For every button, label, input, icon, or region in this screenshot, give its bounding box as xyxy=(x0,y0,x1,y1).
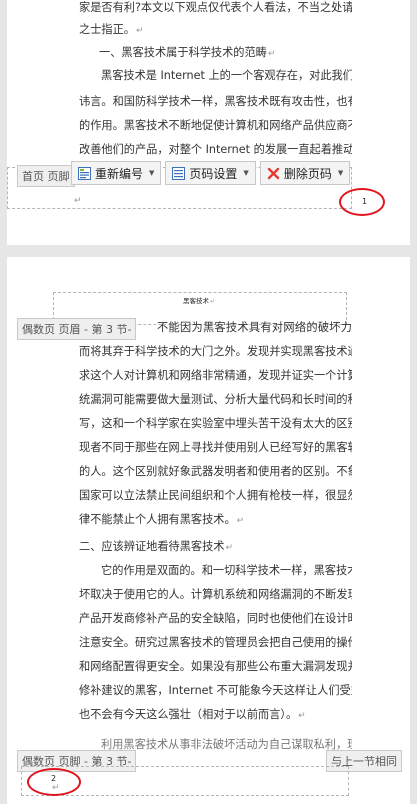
body-line: 写，这和一个科学家在实验室中埋头苦干没有太大的区别。发 xyxy=(79,417,352,430)
body-line: 的人。这个区别就好象武器发明者和使用者的区别。不象一个 xyxy=(79,465,352,478)
body-line: 而将其弃于科学技术的大门之外。发现并实现黑客技术通常要 xyxy=(79,345,352,358)
body-line: 家是否有利?本文以下观点仅代表个人看法，不当之处请有识 xyxy=(79,1,352,14)
body-line: 的作用。黑客技术不断地促使计算机和网络产品供应商不断地 xyxy=(79,119,352,132)
body-line: 它的作用是双面的。和一切科学技术一样，黑客技术的好 xyxy=(101,564,352,577)
paragraph-mark-icon: ↵ xyxy=(236,516,245,526)
page-setup-icon xyxy=(172,166,186,180)
renumber-icon xyxy=(78,166,91,180)
section-heading: 二、应该辨证地看待黑客技术↵ xyxy=(79,540,233,553)
body-line: 和网络配置得更安全。如果没有那些公布重大漏洞发现并提出 xyxy=(79,660,352,673)
chevron-down-icon: ▼ xyxy=(337,169,344,177)
highlight-circle xyxy=(339,188,385,216)
body-line: 现者不同于那些在网上寻找并使用别人已经写好的黑客软件 xyxy=(79,441,352,454)
body-line: 利用黑客技术从事非法破坏活动为自己谋取私利，理所当 xyxy=(101,738,352,751)
delete-label: 删除页码 xyxy=(283,166,332,181)
delete-page-number-button[interactable]: 删除页码 ▼ xyxy=(259,161,351,185)
page-setup-label: 页码设置 xyxy=(189,166,238,181)
chevron-down-icon: ▼ xyxy=(149,169,155,177)
body-line: 讳言。和国防科学技术一样，黑客技术既有攻击性，也有防护 xyxy=(79,95,352,108)
body-line: 不能因为黑客技术具有对网络的破坏力 xyxy=(157,321,352,334)
body-line: 之士指正。↵ xyxy=(79,23,144,36)
renumber-label: 重新编号 xyxy=(95,166,144,181)
highlight-circle xyxy=(27,768,81,796)
paragraph-mark-icon: ↵ xyxy=(267,49,276,59)
delete-icon xyxy=(267,167,280,180)
page-setup-button[interactable]: 页码设置 ▼ xyxy=(165,161,256,185)
body-line: 律不能禁止个人拥有黑客技术。↵ xyxy=(79,513,245,526)
body-line: 国家可以立法禁止民间组织和个人拥有枪枝一样，很显然，法 xyxy=(79,489,352,502)
chevron-down-icon: ▼ xyxy=(243,169,249,177)
body-line: 统漏洞可能需要做大量测试、分析大量代码和长时间的程序编 xyxy=(79,393,352,406)
document-page-1: 家是否有利?本文以下观点仅代表个人看法，不当之处请有识 之士指正。↵ 一、黑客技… xyxy=(7,0,410,245)
renumber-button[interactable]: 重新编号 ▼ xyxy=(71,161,162,185)
paragraph-mark-icon: ↵ xyxy=(225,543,233,553)
header-tag: 偶数页 页眉 - 第 3 节- xyxy=(17,318,137,340)
body-line: 产品开发商修补产品的安全缺陷，同时也使他们在设计时更加 xyxy=(79,612,352,625)
paragraph-mark-icon: ↵ xyxy=(74,196,82,206)
footer-tag: 首页 页脚 xyxy=(17,165,75,187)
page-number-toolbar: 重新编号 ▼ 页码设置 ▼ 删除页码 ▼ xyxy=(71,161,351,185)
body-line: 改善他们的产品，对整个 Internet 的发展一直起着推动作用。 xyxy=(79,143,352,156)
document-page-2: 黑客技术↵ 偶数页 页眉 - 第 3 节- 不能因为黑客技术具有对网络的破坏力 … xyxy=(7,257,410,804)
paragraph-mark-icon: ↵ xyxy=(210,298,216,305)
body-line: 修补建议的黑客，Internet 不可能象今天这样让人们受益， xyxy=(79,684,352,697)
body-line: 也不会有今天这么强壮（相对于以前而言）。↵ xyxy=(79,708,306,721)
section-heading: 一、黑客技术属于科学技术的范畴↵ xyxy=(99,46,276,59)
paragraph-mark-icon: ↵ xyxy=(298,711,306,721)
header-title: 黑客技术↵ xyxy=(183,297,216,305)
body-line: 求这个人对计算机和网络非常精通，发现并证实一个计算机系 xyxy=(79,369,352,382)
paragraph-mark-icon: ↵ xyxy=(135,26,144,36)
body-line: 黑客技术是 Internet 上的一个客观存在，对此我们无须 xyxy=(101,69,352,82)
body-line: 注意安全。研究过黑客技术的管理员会把自己使用的操作系统 xyxy=(79,636,352,649)
body-line: 坏取决于使用它的人。计算机系统和网络漏洞的不断发现促使 xyxy=(79,588,352,601)
